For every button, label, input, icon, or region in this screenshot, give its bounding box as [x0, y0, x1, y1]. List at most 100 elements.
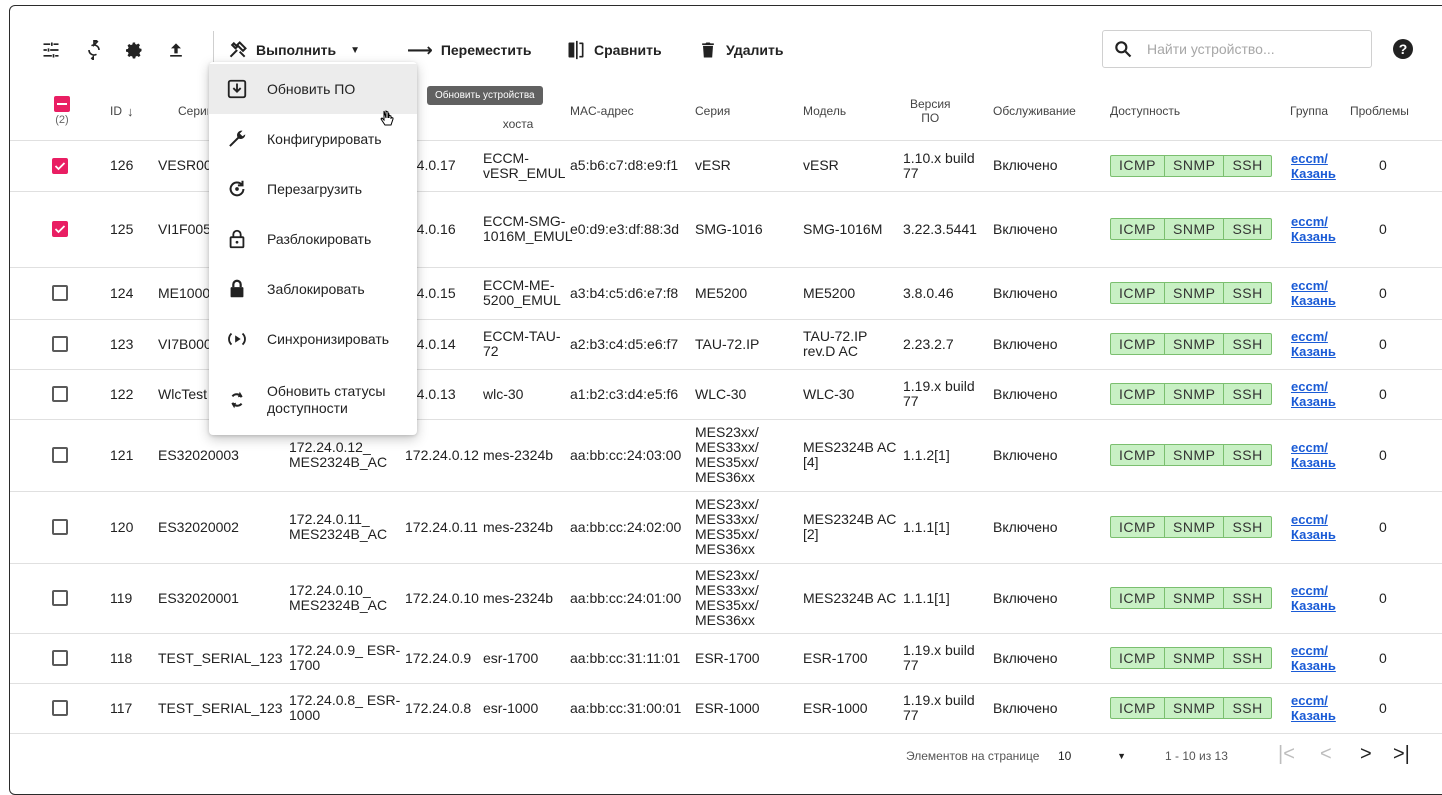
menu-item-lock[interactable]: Заблокировать	[209, 264, 417, 314]
cell-series: SMG-1016	[695, 220, 763, 237]
row-checkbox[interactable]	[52, 700, 68, 716]
row-checkbox[interactable]	[52, 221, 68, 237]
row-checkbox[interactable]	[52, 285, 68, 301]
prev-page-icon[interactable]: <	[1320, 743, 1332, 766]
menu-item-restart[interactable]: Перезагрузить	[209, 164, 417, 214]
cell-series: MES23xx/ MES33xx/ MES35xx/ MES36xx	[695, 424, 759, 485]
group-cell: eccm/Казань	[1291, 140, 1346, 191]
cell-serial: WlcTest	[158, 385, 207, 402]
cell-mac: aa:bb:cc:24:03:00	[570, 446, 682, 463]
cell-service: Включено	[993, 220, 1058, 237]
availability-badge: SSH	[1223, 384, 1270, 404]
gear-icon[interactable]	[123, 39, 145, 61]
group-link[interactable]: eccm/Казань	[1291, 643, 1346, 673]
row-checkbox[interactable]	[52, 336, 68, 352]
availability-badge: SNMP	[1164, 445, 1223, 465]
check-icon	[54, 161, 66, 170]
group-link[interactable]: eccm/Казань	[1291, 440, 1346, 470]
row-checkbox[interactable]	[52, 650, 68, 666]
group-link[interactable]: eccm/Казань	[1291, 329, 1346, 359]
col-service[interactable]: Обслуживание	[993, 82, 1076, 140]
cell-hostname: ECCM-TAU-72	[483, 328, 561, 359]
cell-mac: e0:d9:e3:df:88:3d	[570, 220, 679, 237]
page-range: 1 - 10 из 13	[1165, 749, 1228, 763]
availability-badge: SSH	[1223, 219, 1270, 239]
group-link[interactable]: eccm/Казань	[1291, 512, 1346, 542]
menu-item-update-firmware[interactable]: Обновить ПО	[209, 64, 417, 114]
group-cell: eccm/Казань	[1291, 369, 1346, 419]
cell-version: 1.10.x build 77	[903, 149, 975, 181]
cell-model: MES2324B AC	[803, 589, 897, 606]
availability-badge: ICMP	[1119, 518, 1156, 535]
col-serial[interactable]: Серийный номер	[178, 82, 208, 140]
availability-badges: ICMP SNMP SSH	[1110, 282, 1272, 304]
cell-version: 2.23.2.7	[903, 335, 954, 352]
next-page-icon[interactable]: >	[1360, 743, 1372, 766]
group-link[interactable]: eccm/Казань	[1291, 278, 1346, 308]
cell-host: 172.24.0.11_ MES2324B_AC	[289, 511, 388, 542]
delete-button[interactable]: Удалить	[698, 37, 783, 63]
menu-item-refresh-status[interactable]: Обновить статусы доступности	[209, 370, 417, 430]
col-id[interactable]: ID ↓	[110, 82, 134, 140]
last-page-icon[interactable]: >|	[1393, 743, 1410, 766]
group-link[interactable]: eccm/Казань	[1291, 151, 1346, 181]
table-row[interactable]: 117 TEST_SERIAL_123 172.24.0.8_ ESR-1000 17…	[10, 683, 1442, 734]
cell-hostname: esr-1700	[483, 649, 539, 666]
availability-badge: SSH	[1223, 698, 1270, 718]
columns-settings-icon[interactable]	[40, 39, 62, 61]
app-frame: Выполнить ▼ ⟶ Переместить Сравнить Удали…	[9, 5, 1442, 795]
table-row[interactable]: 119 ES32020001 172.24.0.10_ MES2324B_AC 172…	[10, 563, 1442, 634]
group-link[interactable]: eccm/Казань	[1291, 583, 1346, 613]
compare-label: Сравнить	[594, 42, 662, 58]
col-series[interactable]: Серия	[695, 82, 730, 140]
row-checkbox-cell	[52, 419, 68, 491]
col-mac[interactable]: MAC-адрес	[570, 82, 634, 140]
menu-item-unlock[interactable]: Разблокировать	[209, 214, 417, 264]
group-link[interactable]: eccm/Казань	[1291, 693, 1346, 723]
download-icon	[225, 77, 249, 101]
upload-icon[interactable]	[165, 39, 187, 61]
group-cell: eccm/Казань	[1291, 267, 1346, 319]
execute-button[interactable]: Выполнить ▼	[228, 37, 360, 63]
cell-ip: 172.24.0.10	[405, 589, 479, 606]
menu-item-synchronize[interactable]: Синхронизировать	[209, 314, 417, 364]
availability-badges: ICMP SNMP SSH	[1110, 383, 1272, 405]
cell-id: 122	[110, 385, 134, 402]
cell-service: Включено	[993, 335, 1058, 352]
cell-ip: .24.0.15	[405, 284, 456, 301]
row-checkbox[interactable]	[52, 519, 68, 535]
per-page-select[interactable]: 10 ▼	[1058, 744, 1126, 768]
availability-badge: SSH	[1223, 648, 1270, 668]
col-model[interactable]: Модель	[803, 82, 846, 140]
first-page-icon[interactable]: |<	[1278, 743, 1295, 766]
col-availability[interactable]: Доступность	[1110, 82, 1180, 140]
caret-down-icon: ▼	[350, 44, 361, 56]
sync-icon[interactable]	[83, 39, 105, 61]
table-row[interactable]: 118 TEST_SERIAL_123 172.24.0.9_ ESR-1700 17…	[10, 633, 1442, 684]
availability-badges: ICMP SNMP SSH	[1110, 218, 1272, 240]
row-checkbox[interactable]	[52, 590, 68, 606]
group-link[interactable]: eccm/Казань	[1291, 379, 1346, 409]
cell-series: ME5200	[695, 284, 748, 301]
select-all-checkbox[interactable]	[54, 96, 70, 112]
search-input[interactable]	[1145, 40, 1349, 58]
cell-ip: .24.0.14	[405, 335, 456, 352]
help-icon[interactable]: ?	[1393, 39, 1413, 59]
col-group[interactable]: Группа	[1290, 82, 1328, 140]
table-row[interactable]: 120 ES32020002 172.24.0.11_ MES2324B_AC 172…	[10, 491, 1442, 564]
compare-button[interactable]: Сравнить	[566, 37, 662, 63]
row-checkbox[interactable]	[52, 157, 68, 174]
availability-badge: SNMP	[1164, 588, 1223, 608]
group-link[interactable]: eccm/Казань	[1291, 214, 1346, 244]
cell-mac: aa:bb:cc:24:01:00	[570, 589, 682, 606]
cell-problems: 0	[1379, 589, 1387, 606]
cell-problems: 0	[1379, 284, 1387, 301]
col-version[interactable]: Версия ПО	[910, 82, 951, 140]
row-checkbox-cell	[52, 633, 68, 683]
cell-serial: ES32020003	[158, 446, 239, 463]
row-checkbox[interactable]	[52, 447, 68, 463]
move-button[interactable]: ⟶ Переместить	[407, 37, 531, 63]
cell-serial: VI1F005	[158, 220, 211, 237]
col-problems[interactable]: Проблемы	[1350, 82, 1409, 140]
row-checkbox[interactable]	[52, 386, 68, 402]
